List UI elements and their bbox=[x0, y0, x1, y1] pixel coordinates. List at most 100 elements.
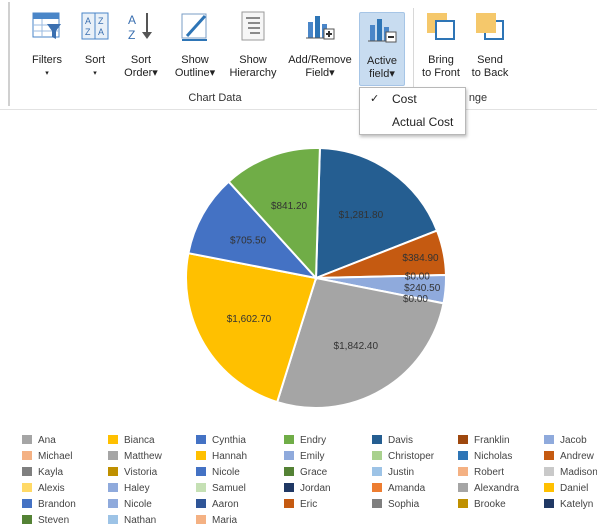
legend-item: Kayla bbox=[22, 465, 63, 481]
svg-text:A: A bbox=[85, 16, 91, 26]
legend-swatch bbox=[372, 498, 382, 508]
pie-data-label: $841.20 bbox=[271, 201, 308, 212]
legend-swatch bbox=[544, 450, 554, 460]
show-hierarchy-button[interactable]: Show Hierarchy bbox=[224, 6, 282, 88]
legend-swatch bbox=[108, 450, 118, 460]
legend-label: Kayla bbox=[38, 467, 64, 478]
pie-data-label: $0.00 bbox=[403, 294, 428, 305]
legend-item: Michael bbox=[22, 449, 72, 465]
legend-item: Grace bbox=[284, 465, 327, 481]
legend-label: Nathan bbox=[124, 515, 157, 526]
legend-swatch bbox=[284, 482, 294, 492]
add-field-chart-icon bbox=[306, 16, 335, 40]
legend-label: Eric bbox=[300, 499, 318, 510]
legend-label: Andrew bbox=[560, 451, 594, 462]
active-field-button[interactable]: Active field▾ bbox=[359, 12, 405, 86]
legend-label: Alexandra bbox=[474, 483, 520, 494]
legend-label: Hannah bbox=[212, 451, 248, 462]
legend-item: Nicole bbox=[196, 465, 240, 481]
legend-label: Jordan bbox=[300, 483, 331, 494]
legend-label: Brooke bbox=[474, 499, 506, 510]
bring-to-front-button[interactable]: Bring to Front bbox=[416, 6, 466, 88]
legend-label: Ana bbox=[38, 435, 56, 446]
legend-item: Jordan bbox=[284, 481, 331, 497]
legend-item: Aaron bbox=[196, 497, 239, 513]
legend-label: Christoper bbox=[388, 451, 435, 462]
legend-item: Brooke bbox=[458, 497, 506, 513]
active-field-chart-icon bbox=[368, 19, 397, 43]
legend-item: Brandon bbox=[22, 497, 76, 513]
sort-az-icon: A Z Z A bbox=[81, 12, 109, 40]
legend-item: Hannah bbox=[196, 449, 247, 465]
send-to-back-icon bbox=[476, 13, 504, 40]
legend-item: Christoper bbox=[372, 449, 434, 465]
legend-item: Nathan bbox=[108, 513, 156, 529]
show-outline-button[interactable]: Show Outline▾ bbox=[168, 6, 222, 88]
svg-text:Z: Z bbox=[98, 16, 104, 26]
pie-data-label: $1,842.40 bbox=[334, 341, 379, 352]
legend-swatch bbox=[458, 482, 468, 492]
menu-item-actual-cost[interactable]: Actual Cost bbox=[360, 112, 465, 133]
legend-label: Cynthia bbox=[212, 435, 246, 446]
legend-item: Robert bbox=[458, 465, 504, 481]
add-remove-field-dropdown: Field▾ bbox=[305, 67, 335, 79]
legend-item: Alexis bbox=[22, 481, 65, 497]
menu-item-actual-cost-label: Actual Cost bbox=[392, 115, 454, 129]
legend-item: Jacob bbox=[544, 433, 587, 449]
pie-data-label: $1,281.80 bbox=[339, 210, 384, 221]
ribbon-left-edge bbox=[8, 2, 10, 106]
legend-label: Sophia bbox=[388, 499, 420, 510]
sort-button[interactable]: A Z Z A Sort ▾ bbox=[76, 6, 114, 88]
legend-label: Brandon bbox=[38, 499, 76, 510]
legend-swatch bbox=[196, 434, 206, 444]
legend-swatch bbox=[196, 514, 206, 524]
chart-legend: Ana Bianca Cynthia Endry Davis Franklin Jacob M… bbox=[22, 433, 597, 529]
add-remove-field-label: Add/Remove bbox=[288, 54, 352, 66]
chart-data-group-label: Chart Data bbox=[188, 92, 242, 104]
active-field-dropdown: field▾ bbox=[369, 68, 395, 80]
legend-swatch bbox=[108, 498, 118, 508]
legend-swatch bbox=[22, 498, 32, 508]
legend-item: Davis bbox=[372, 433, 413, 449]
legend-swatch bbox=[458, 466, 468, 476]
legend-label: Haley bbox=[124, 483, 150, 494]
svg-text:A: A bbox=[98, 27, 104, 37]
filters-label: Filters bbox=[32, 54, 62, 66]
sort-order-button[interactable]: A Z Sort Order▾ bbox=[118, 6, 164, 88]
legend-swatch bbox=[284, 466, 294, 476]
active-field-label: Active bbox=[367, 55, 397, 67]
legend-swatch bbox=[196, 466, 206, 476]
sort-order-icon: A Z bbox=[128, 13, 152, 42]
ribbon-toolbar: Filters ▾ A Z Z A Sort ▾ A Z Sort Order▾ bbox=[0, 0, 597, 110]
legend-swatch bbox=[458, 450, 468, 460]
legend-item: Matthew bbox=[108, 449, 162, 465]
checkmark-icon: ✓ bbox=[370, 93, 380, 105]
legend-item: Bianca bbox=[108, 433, 155, 449]
send-to-back-button[interactable]: Send to Back bbox=[466, 6, 514, 88]
menu-item-cost[interactable]: ✓ Cost bbox=[360, 89, 465, 110]
bring-to-front-icon bbox=[427, 13, 455, 40]
legend-swatch bbox=[108, 514, 118, 524]
legend-label: Madison bbox=[560, 467, 597, 478]
filters-button[interactable]: Filters ▾ bbox=[22, 6, 72, 88]
bring-to-front-label-2: to Front bbox=[422, 67, 460, 79]
legend-item: Cynthia bbox=[196, 433, 246, 449]
pie-data-label: $1,602.70 bbox=[227, 314, 272, 325]
legend-item: Nicole bbox=[108, 497, 152, 513]
legend-item: Endry bbox=[284, 433, 326, 449]
sort-dropdown-arrow: ▾ bbox=[93, 70, 97, 77]
legend-label: Michael bbox=[38, 451, 73, 462]
pie-data-label: $240.50 bbox=[404, 283, 441, 294]
add-remove-field-button[interactable]: Add/Remove Field▾ bbox=[284, 6, 356, 88]
legend-swatch bbox=[544, 434, 554, 444]
legend-label: Maria bbox=[212, 515, 238, 526]
legend-item: Alexandra bbox=[458, 481, 519, 497]
legend-item: Sophia bbox=[372, 497, 419, 513]
legend-label: Jacob bbox=[560, 435, 587, 446]
legend-swatch bbox=[108, 482, 118, 492]
legend-swatch bbox=[372, 434, 382, 444]
sort-order-label: Sort bbox=[130, 54, 152, 66]
legend-label: Daniel bbox=[560, 483, 589, 494]
send-to-back-label: Send bbox=[477, 54, 503, 66]
show-hierarchy-label-2: Hierarchy bbox=[229, 67, 277, 79]
